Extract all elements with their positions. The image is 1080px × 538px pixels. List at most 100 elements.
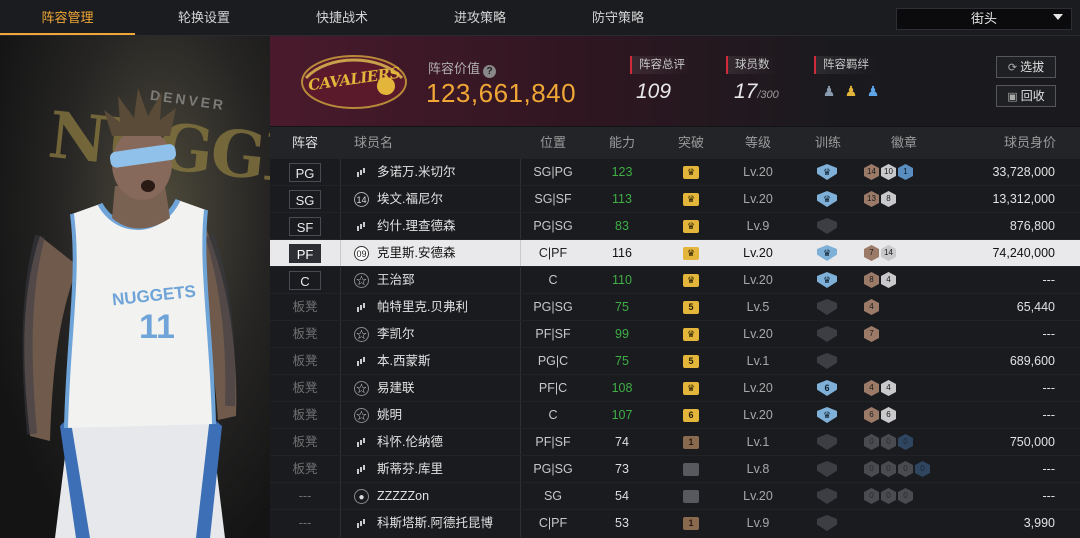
header-training[interactable]: 训练 [800, 127, 856, 158]
badge-icon[interactable]: 13 [864, 191, 879, 207]
badge-icon[interactable]: 4 [881, 380, 896, 396]
table-row[interactable]: 板凳 帕特里克.贝弗利 PG|SG 75 5 Lv.5 4 65,440 [270, 293, 1080, 321]
badge-icon[interactable]: 4 [881, 272, 896, 288]
header-player-value[interactable]: 球员身价 [990, 127, 1070, 158]
player-name[interactable]: 科斯塔斯.阿德托昆博 [377, 510, 493, 537]
lineup-slot[interactable]: 板凳 [270, 375, 340, 402]
player-name[interactable]: ZZZZZon [377, 483, 429, 510]
table-row[interactable]: --- ● ZZZZZon SG 54 Lv.20 0 0 0 --- [270, 482, 1080, 510]
training-shield-icon[interactable]: ♛ [817, 272, 837, 288]
header-position[interactable]: 位置 [520, 127, 586, 158]
header-slot[interactable]: 阵容 [270, 127, 340, 158]
player-name[interactable]: 本.西蒙斯 [377, 348, 430, 375]
training-shield-icon[interactable]: ♛ [817, 164, 837, 180]
player-name[interactable]: 李凯尔 [377, 321, 415, 348]
tab-quick-tactics[interactable]: 快捷战术 [273, 0, 411, 35]
training-shield-icon[interactable] [817, 434, 837, 450]
badge-icon[interactable]: 0 [898, 461, 913, 477]
badge-icon[interactable]: 6 [864, 407, 879, 423]
training-shield-icon[interactable] [817, 461, 837, 477]
badge-icon[interactable]: 0 [881, 488, 896, 504]
tab-offense-strategy[interactable]: 进攻策略 [411, 0, 549, 35]
badge-icon[interactable]: 8 [881, 191, 896, 207]
badge-icon[interactable]: 0 [881, 461, 896, 477]
badge-icon[interactable]: 7 [864, 326, 879, 342]
badge-icon[interactable]: 0 [864, 434, 879, 450]
lineup-slot[interactable]: SG [289, 190, 321, 209]
table-row[interactable]: 板凳 科怀.伦纳德 PF|SF 74 1 Lv.1 0 0 0 750,000 [270, 428, 1080, 456]
lineup-slot[interactable]: 板凳 [270, 294, 340, 321]
badge-icon[interactable]: 7 [864, 245, 879, 261]
lineup-slot[interactable]: --- [270, 510, 340, 537]
training-shield-icon[interactable]: ♛ [817, 407, 837, 423]
player-name[interactable]: 埃文.福尼尔 [377, 186, 443, 213]
training-shield-icon[interactable]: ♛ [817, 245, 837, 261]
bond-people-icon[interactable]: ♟ [864, 82, 882, 100]
training-shield-icon[interactable]: ♛ [817, 191, 837, 207]
lineup-slot[interactable]: 板凳 [270, 402, 340, 429]
player-name[interactable]: 克里斯.安德森 [377, 240, 455, 267]
player-name[interactable]: 约什.理查德森 [377, 213, 455, 240]
table-row[interactable]: PG 多诺万.米切尔 SG|PG 123 ♛ Lv.20 ♛ 14 10 1 33,728,000 [270, 158, 1080, 186]
table-row[interactable]: 板凳 ☆ 姚明 C 107 6 Lv.20 ♛ 6 6 --- [270, 401, 1080, 429]
game-mode-select[interactable]: 街头 [896, 8, 1072, 30]
lineup-slot[interactable]: --- [270, 483, 340, 510]
table-row[interactable]: 板凳 ☆ 李凯尔 PF|SF 99 ♛ Lv.20 7 --- [270, 320, 1080, 348]
header-level[interactable]: 等级 [730, 127, 786, 158]
training-shield-icon[interactable]: 6 [817, 380, 837, 396]
training-shield-icon[interactable] [817, 218, 837, 234]
player-name[interactable]: 科怀.伦纳德 [377, 429, 443, 456]
training-shield-icon[interactable] [817, 515, 837, 531]
badge-icon[interactable]: 0 [864, 461, 879, 477]
player-name[interactable]: 斯蒂芬.库里 [377, 456, 443, 483]
lineup-slot[interactable]: SF [289, 217, 321, 236]
header-ability[interactable]: 能力 [594, 127, 650, 158]
training-shield-icon[interactable] [817, 299, 837, 315]
badge-icon[interactable]: 4 [864, 299, 879, 315]
badge-icon[interactable]: 8 [864, 272, 879, 288]
lineup-slot[interactable]: PG [289, 163, 321, 182]
player-name[interactable]: 多诺万.米切尔 [377, 159, 455, 186]
lineup-slot[interactable]: 板凳 [270, 348, 340, 375]
player-name[interactable]: 帕特里克.贝弗利 [377, 294, 468, 321]
training-shield-icon[interactable] [817, 326, 837, 342]
badge-icon[interactable]: 1 [898, 164, 913, 180]
table-row[interactable]: 板凳 斯蒂芬.库里 PG|SG 73 Lv.8 0 0 0 0 --- [270, 455, 1080, 483]
badge-icon[interactable]: 0 [915, 461, 930, 477]
training-shield-icon[interactable] [817, 488, 837, 504]
help-icon[interactable]: ? [483, 65, 497, 78]
table-row[interactable]: 板凳 本.西蒙斯 PG|C 75 5 Lv.1 689,600 [270, 347, 1080, 375]
lineup-slot[interactable]: 板凳 [270, 321, 340, 348]
lineup-slot[interactable]: 板凳 [270, 456, 340, 483]
badge-icon[interactable]: 14 [864, 164, 879, 180]
lineup-slot[interactable]: 板凳 [270, 429, 340, 456]
badge-icon[interactable]: 14 [881, 245, 896, 261]
recycle-button[interactable]: ▣ 回收 [996, 85, 1056, 107]
header-badges[interactable]: 徽章 [876, 127, 932, 158]
table-row[interactable]: SG 14 埃文.福尼尔 SG|SF 113 ♛ Lv.20 ♛ 13 8 13,312,000 [270, 185, 1080, 213]
table-row[interactable]: 板凳 ☆ 易建联 PF|C 108 ♛ Lv.20 6 4 4 --- [270, 374, 1080, 402]
tab-lineup-management[interactable]: 阵容管理 [0, 0, 135, 35]
lineup-slot[interactable]: C [289, 271, 321, 290]
lineup-slot[interactable]: PF [289, 244, 321, 263]
badge-icon[interactable]: 0 [898, 488, 913, 504]
bond-people-icon[interactable]: ♟ [820, 82, 838, 100]
header-breakthrough[interactable]: 突破 [663, 127, 719, 158]
table-row[interactable]: C ☆ 王治郅 C 110 ♛ Lv.20 ♛ 8 4 --- [270, 266, 1080, 294]
player-name[interactable]: 易建联 [377, 375, 415, 402]
badge-icon[interactable]: 10 [881, 164, 896, 180]
badge-icon[interactable]: 0 [898, 434, 913, 450]
tab-rotation-settings[interactable]: 轮换设置 [135, 0, 273, 35]
badge-icon[interactable]: 4 [864, 380, 879, 396]
badge-icon[interactable]: 0 [881, 434, 896, 450]
bond-people-icon[interactable]: ♟ [842, 82, 860, 100]
header-player-name[interactable]: 球员名 [354, 127, 414, 158]
tab-defense-strategy[interactable]: 防守策略 [549, 0, 687, 35]
select-button[interactable]: ⟳ 选拔 [996, 56, 1056, 78]
badge-icon[interactable]: 0 [864, 488, 879, 504]
player-name[interactable]: 王治郅 [377, 267, 415, 294]
badge-icon[interactable]: 6 [881, 407, 896, 423]
training-shield-icon[interactable] [817, 353, 837, 369]
table-row[interactable]: --- 科斯塔斯.阿德托昆博 C|PF 53 1 Lv.9 3,990 [270, 509, 1080, 537]
table-row[interactable]: PF 09 克里斯.安德森 C|PF 116 ♛ Lv.20 ♛ 7 14 74,240,000 [270, 239, 1080, 267]
